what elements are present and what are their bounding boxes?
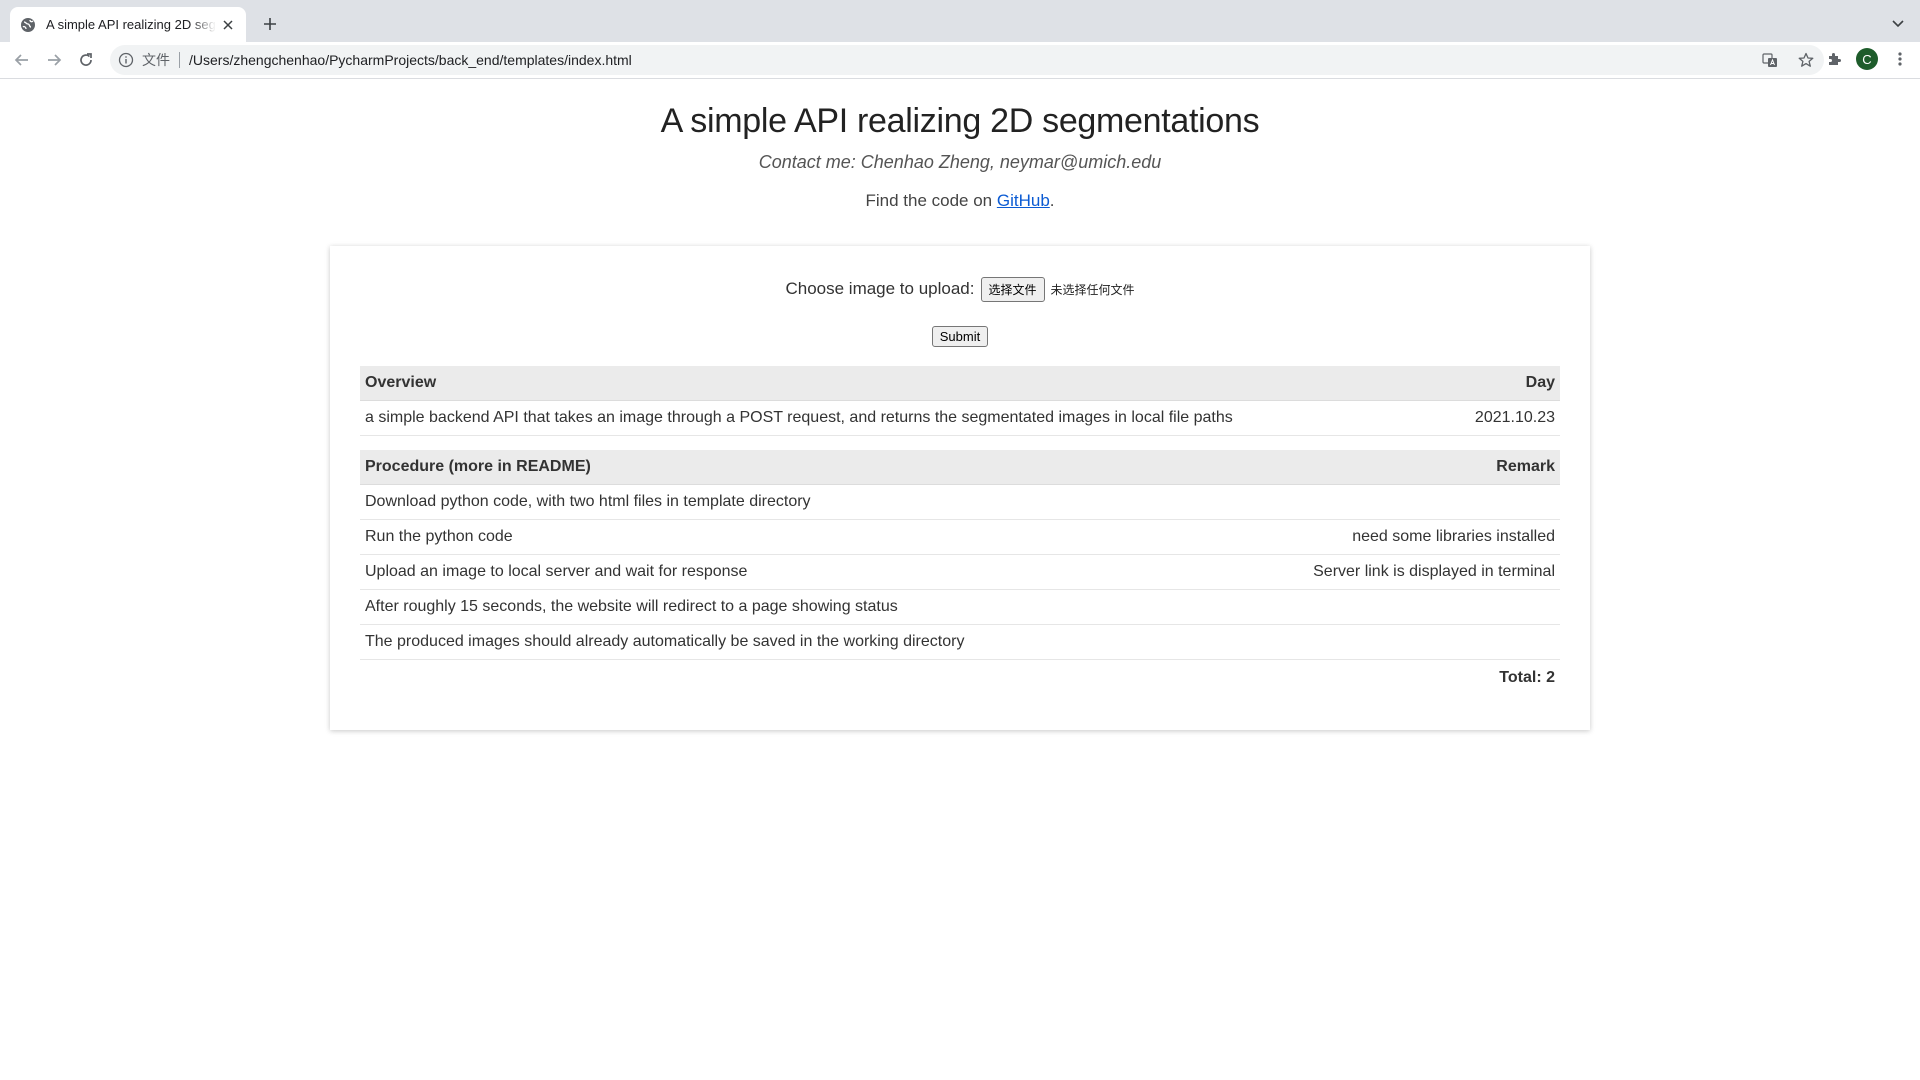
- table-cell: Server link is displayed in terminal: [1209, 554, 1560, 590]
- github-link[interactable]: GitHub: [997, 191, 1050, 210]
- table-cell: 2021.10.23: [1448, 400, 1560, 436]
- upload-row: Choose image to upload: 选择文件 未选择任何文件: [360, 276, 1560, 302]
- back-icon[interactable]: [6, 44, 38, 76]
- content-card: Choose image to upload: 选择文件 未选择任何文件 Sub…: [330, 246, 1590, 730]
- scheme-label: 文件: [142, 52, 170, 68]
- table-cell: Download python code, with two html file…: [360, 484, 1210, 520]
- tab-title: A simple API realizing 2D segmentations: [46, 17, 216, 32]
- table-row: Upload an image to local server and wait…: [360, 554, 1560, 590]
- submit-row: Submit: [360, 326, 1560, 348]
- translate-icon[interactable]: [1760, 50, 1780, 70]
- table-cell: The produced images should already autom…: [360, 624, 1210, 660]
- avatar[interactable]: C: [1856, 48, 1878, 70]
- page-content: A simple API realizing 2D segmentations …: [0, 79, 1920, 730]
- globe-icon: [20, 17, 36, 33]
- find-code-prefix: Find the code on: [865, 191, 997, 210]
- browser-toolbar: 文件 /Users/zhengchenhao/PycharmProjects/b…: [0, 42, 1920, 79]
- table-cell: [1209, 484, 1560, 520]
- table-cell: [1209, 624, 1560, 660]
- table-row: a simple backend API that takes an image…: [360, 400, 1560, 436]
- column-header-procedure: Procedure (more in README): [360, 450, 1210, 485]
- total-row: Total: 2: [360, 659, 1560, 697]
- browser-tab[interactable]: A simple API realizing 2D segmentations: [10, 7, 246, 42]
- table-header-row: Overview Day: [360, 366, 1560, 401]
- table-cell: need some libraries installed: [1209, 519, 1560, 555]
- total-value: Total: 2: [1209, 659, 1560, 696]
- chevron-down-icon[interactable]: [1888, 14, 1908, 34]
- table-header-row: Procedure (more in README) Remark: [360, 450, 1560, 485]
- column-header-day: Day: [1448, 366, 1560, 401]
- submit-button[interactable]: Submit: [931, 326, 989, 347]
- tab-strip: A simple API realizing 2D segmentations: [0, 0, 1920, 42]
- table-row: Run the python code need some libraries …: [360, 519, 1560, 555]
- table-row: Download python code, with two html file…: [360, 484, 1560, 520]
- table-cell: Upload an image to local server and wait…: [360, 554, 1210, 590]
- overview-table: Overview Day a simple backend API that t…: [360, 366, 1560, 436]
- star-icon[interactable]: [1796, 50, 1816, 70]
- procedure-table: Procedure (more in README) Remark Downlo…: [360, 450, 1560, 696]
- url-text[interactable]: /Users/zhengchenhao/PycharmProjects/back…: [189, 52, 632, 68]
- table-row: After roughly 15 seconds, the website wi…: [360, 589, 1560, 625]
- extensions-icon[interactable]: [1824, 49, 1844, 69]
- column-header-remark: Remark: [1209, 450, 1560, 485]
- column-header-overview: Overview: [360, 366, 1449, 401]
- divider: [179, 52, 180, 68]
- table-row: The produced images should already autom…: [360, 624, 1560, 660]
- forward-icon[interactable]: [38, 44, 70, 76]
- kebab-menu-icon[interactable]: [1890, 49, 1910, 69]
- find-code-line: Find the code on GitHub.: [0, 191, 1920, 211]
- table-cell: [360, 660, 1209, 697]
- page-title: A simple API realizing 2D segmentations: [660, 102, 1260, 140]
- info-icon[interactable]: [118, 52, 134, 68]
- find-code-suffix: .: [1049, 191, 1055, 210]
- new-tab-icon[interactable]: [260, 14, 280, 34]
- contact-line: Contact me: Chenhao Zheng, neymar@umich.…: [758, 152, 1162, 172]
- upload-label: Choose image to upload:: [785, 279, 975, 298]
- table-cell: [1209, 589, 1560, 625]
- table-cell: After roughly 15 seconds, the website wi…: [360, 589, 1210, 625]
- address-bar[interactable]: 文件 /Users/zhengchenhao/PycharmProjects/b…: [110, 45, 1824, 75]
- close-icon[interactable]: [220, 17, 236, 33]
- choose-file-button[interactable]: 选择文件: [980, 276, 1045, 302]
- file-status: 未选择任何文件: [1050, 282, 1135, 297]
- table-cell: Run the python code: [360, 519, 1210, 555]
- reload-icon[interactable]: [70, 44, 102, 76]
- table-cell: a simple backend API that takes an image…: [360, 400, 1449, 436]
